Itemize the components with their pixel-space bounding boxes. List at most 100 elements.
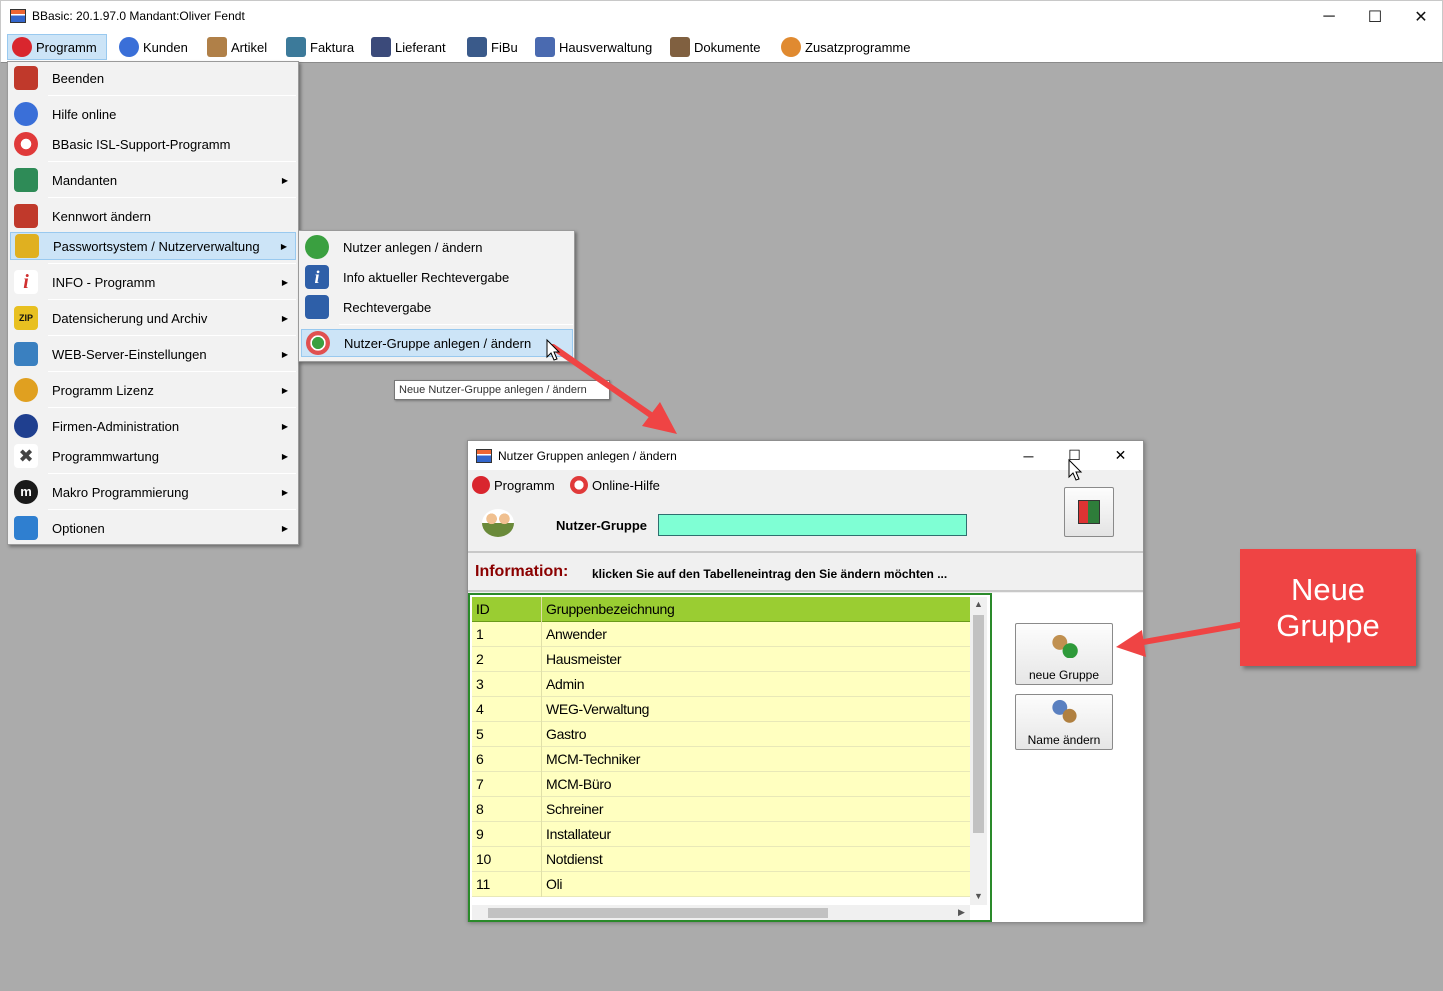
menu-hausverwaltung[interactable]: Hausverwaltung: [531, 34, 656, 60]
menu-item-label: Programm Lizenz: [52, 382, 154, 398]
cell-id[interactable]: 2: [476, 651, 484, 667]
column-divider: [541, 722, 542, 747]
new-group-button[interactable]: neue Gruppe: [1015, 623, 1113, 685]
menu-item-label: WEB-Server-Einstellungen: [52, 346, 207, 362]
menu-item-info-programm[interactable]: i INFO - Programm ▶: [10, 268, 296, 296]
table-row[interactable]: 4 WEG-Verwaltung: [472, 697, 970, 722]
scroll-thumb[interactable]: [488, 908, 828, 918]
menu-item-label: Kennwort ändern: [52, 208, 152, 224]
cell-gruppenbezeichnung[interactable]: Hausmeister: [546, 651, 622, 667]
menu-item-passwortsystem[interactable]: Passwortsystem / Nutzerverwaltung ▶: [10, 232, 296, 260]
menu-item-programmwartung[interactable]: ✖ Programmwartung ▶: [10, 442, 296, 470]
menu-label: Programm: [36, 39, 97, 55]
cell-gruppenbezeichnung[interactable]: Oli: [546, 876, 563, 892]
menu-item-beenden[interactable]: Beenden: [10, 64, 296, 92]
exit-button[interactable]: [1064, 487, 1114, 537]
programm-dropdown: Beenden Hilfe online BBasic ISL-Support-…: [7, 61, 299, 545]
cell-gruppenbezeichnung[interactable]: Admin: [546, 676, 584, 692]
scroll-right-icon[interactable]: ▶: [958, 907, 965, 918]
menu-lieferant[interactable]: Lieferant: [367, 34, 450, 60]
cell-gruppenbezeichnung[interactable]: Notdienst: [546, 851, 603, 867]
macro-icon: m: [14, 480, 38, 504]
menu-artikel[interactable]: Artikel: [203, 34, 271, 60]
menu-item-label: Optionen: [52, 520, 105, 536]
close-button[interactable]: ✕: [1398, 1, 1443, 32]
menu-dokumente[interactable]: Dokumente: [666, 34, 764, 60]
submenu-item-info-rechte[interactable]: i Info aktueller Rechtevergabe: [301, 263, 573, 291]
table-row[interactable]: 11 Oli: [472, 872, 970, 897]
separator: [48, 473, 296, 474]
nutzer-gruppe-input[interactable]: [658, 514, 967, 536]
table-row[interactable]: 8 Schreiner: [472, 797, 970, 822]
rename-group-button[interactable]: Name ändern: [1015, 694, 1113, 750]
separator: [48, 197, 296, 198]
submenu-item-nutzer-anlegen[interactable]: Nutzer anlegen / ändern: [301, 233, 573, 261]
information-bar: Information: klicken Sie auf den Tabelle…: [468, 551, 1143, 592]
dialog-close-button[interactable]: ✕: [1098, 441, 1143, 470]
menu-item-web-server[interactable]: WEB-Server-Einstellungen ▶: [10, 340, 296, 368]
dialog-maximize-button[interactable]: ☐: [1052, 441, 1097, 470]
menu-item-datensicherung[interactable]: ZIP Datensicherung und Archiv ▶: [10, 304, 296, 332]
vertical-scrollbar[interactable]: ▲ ▼: [970, 597, 987, 905]
horizontal-scrollbar[interactable]: ▶: [472, 905, 970, 920]
cell-gruppenbezeichnung[interactable]: MCM-Büro: [546, 776, 612, 792]
minimize-button[interactable]: ─: [1306, 1, 1352, 32]
cell-gruppenbezeichnung[interactable]: WEG-Verwaltung: [546, 701, 649, 717]
cell-id[interactable]: 11: [476, 876, 490, 892]
cell-id[interactable]: 3: [476, 676, 484, 692]
cell-id[interactable]: 8: [476, 801, 484, 817]
scroll-thumb[interactable]: [973, 615, 984, 833]
table-row[interactable]: 5 Gastro: [472, 722, 970, 747]
dialog-menu-online-hilfe[interactable]: Online-Hilfe: [570, 474, 660, 496]
cell-gruppenbezeichnung[interactable]: Installateur: [546, 826, 611, 842]
dialog-menu-programm[interactable]: Programm: [472, 474, 555, 496]
cell-id[interactable]: 4: [476, 701, 484, 717]
table-row[interactable]: 6 MCM-Techniker: [472, 747, 970, 772]
scroll-down-icon[interactable]: ▼: [974, 891, 983, 901]
submenu-arrow-icon: ▶: [281, 487, 288, 497]
header-gruppenbezeichnung[interactable]: Gruppenbezeichnung: [546, 601, 675, 617]
menu-programm[interactable]: Programm: [7, 34, 107, 60]
cell-gruppenbezeichnung[interactable]: Schreiner: [546, 801, 604, 817]
maximize-button[interactable]: ☐: [1352, 1, 1398, 32]
table-row[interactable]: 9 Installateur: [472, 822, 970, 847]
column-divider: [541, 672, 542, 697]
cell-id[interactable]: 1: [476, 626, 484, 642]
menu-item-mandanten[interactable]: Mandanten ▶: [10, 166, 296, 194]
menu-item-hilfe-online[interactable]: Hilfe online: [10, 100, 296, 128]
cell-id[interactable]: 10: [476, 851, 491, 867]
menu-item-isl-support[interactable]: BBasic ISL-Support-Programm: [10, 130, 296, 158]
table-row[interactable]: 2 Hausmeister: [472, 647, 970, 672]
scroll-up-icon[interactable]: ▲: [974, 599, 983, 609]
cell-id[interactable]: 5: [476, 726, 484, 742]
window-title: BBasic: 20.1.97.0 Mandant:Oliver Fendt: [32, 9, 245, 23]
table-row[interactable]: 10 Notdienst: [472, 847, 970, 872]
header-id[interactable]: ID: [476, 601, 490, 617]
menu-item-kennwort[interactable]: Kennwort ändern: [10, 202, 296, 230]
menu-item-lizenz[interactable]: Programm Lizenz ▶: [10, 376, 296, 404]
menu-item-firmen-admin[interactable]: Firmen-Administration ▶: [10, 412, 296, 440]
cell-gruppenbezeichnung[interactable]: MCM-Techniker: [546, 751, 640, 767]
cell-id[interactable]: 9: [476, 826, 484, 842]
submenu-item-rechtevergabe[interactable]: Rechtevergabe: [301, 293, 573, 321]
column-divider: [541, 797, 542, 822]
table-row[interactable]: 1 Anwender: [472, 622, 970, 647]
menu-kunden[interactable]: Kunden: [115, 34, 192, 60]
cell-gruppenbezeichnung[interactable]: Anwender: [546, 626, 607, 642]
column-divider: [541, 647, 542, 672]
cell-id[interactable]: 7: [476, 776, 484, 792]
menu-item-label: Makro Programmierung: [52, 484, 189, 500]
submenu-item-nutzer-gruppe[interactable]: Nutzer-Gruppe anlegen / ändern: [301, 329, 573, 357]
menu-fibu[interactable]: FiBu: [463, 34, 522, 60]
cell-id[interactable]: 6: [476, 751, 484, 767]
dialog-minimize-button[interactable]: ─: [1006, 441, 1051, 470]
menu-item-optionen[interactable]: Optionen ▶: [10, 514, 296, 542]
menu-item-makro[interactable]: m Makro Programmierung ▶: [10, 478, 296, 506]
menu-label: Online-Hilfe: [592, 477, 660, 493]
menu-faktura[interactable]: Faktura: [282, 34, 358, 60]
menu-zusatzprogramme[interactable]: Zusatzprogramme: [777, 34, 914, 60]
users-group-icon: [482, 509, 514, 537]
table-row[interactable]: 3 Admin: [472, 672, 970, 697]
table-row[interactable]: 7 MCM-Büro: [472, 772, 970, 797]
cell-gruppenbezeichnung[interactable]: Gastro: [546, 726, 587, 742]
